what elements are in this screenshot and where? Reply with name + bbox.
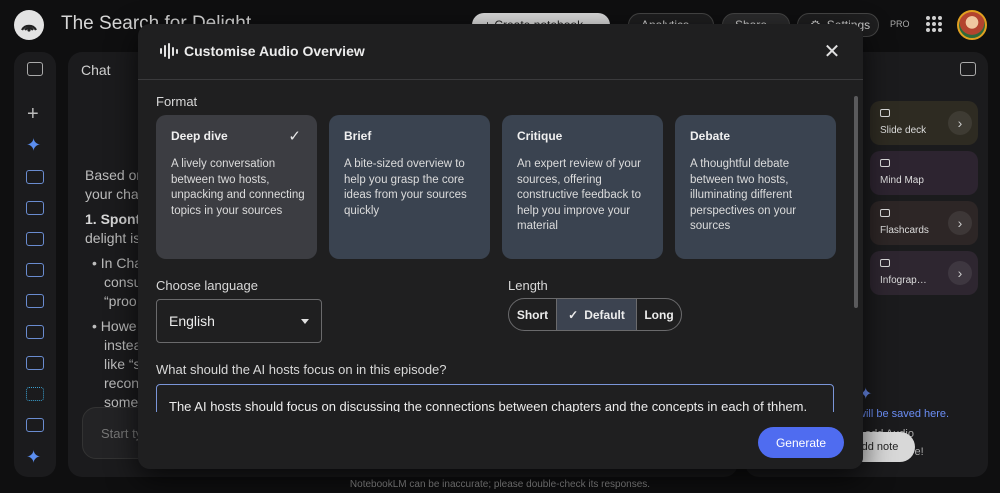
- avatar[interactable]: [957, 10, 987, 40]
- chat-text: recon: [104, 375, 140, 391]
- length-long-button[interactable]: Long: [636, 299, 681, 330]
- length-short-button[interactable]: Short: [509, 299, 556, 330]
- generate-button[interactable]: Generate: [758, 427, 844, 458]
- audio-waveform-icon: [160, 42, 178, 60]
- source-doc-icon[interactable]: [26, 201, 44, 215]
- length-default-button[interactable]: ✓ Default: [556, 299, 636, 330]
- studio-card-flashcards[interactable]: Flashcards ›: [870, 201, 978, 245]
- studio-card-slide-deck[interactable]: Slide deck ›: [870, 101, 978, 145]
- chat-text: like “s: [104, 356, 141, 372]
- source-doc-icon[interactable]: [26, 325, 44, 339]
- source-doc-icon[interactable]: [26, 263, 44, 277]
- format-card-deep-dive[interactable]: Deep dive ✓ A lively conversation betwee…: [156, 115, 317, 259]
- format-card-critique[interactable]: Critique An expert review of your source…: [502, 115, 663, 259]
- studio-card-label: Mind Map: [880, 175, 924, 186]
- checkmark-icon: ✓: [568, 307, 579, 322]
- studio-card-infographic[interactable]: Infograp… ›: [870, 251, 978, 295]
- slides-icon: [880, 109, 890, 117]
- format-name: Deep dive: [171, 129, 228, 143]
- chat-text: • In Cha: [92, 255, 143, 271]
- length-option-label: Long: [644, 307, 674, 322]
- chevron-right-icon[interactable]: ›: [948, 111, 972, 135]
- chat-text: instea: [104, 337, 142, 353]
- focus-label: What should the AI hosts focus on in thi…: [156, 362, 447, 377]
- customise-audio-dialog: Customise Audio Overview ✕ Format Deep d…: [138, 24, 863, 469]
- format-description: A bite-sized overview to help you grasp …: [344, 158, 467, 217]
- source-doc-icon[interactable]: [26, 294, 44, 308]
- chat-text: Based on: [85, 167, 145, 183]
- format-description: An expert review of your sources, offeri…: [517, 158, 642, 232]
- notebooklm-logo-icon[interactable]: [14, 10, 44, 40]
- dialog-title: Customise Audio Overview: [184, 43, 365, 59]
- format-name: Debate: [690, 129, 731, 143]
- chat-header: Chat: [81, 62, 111, 78]
- discover-sparkle-icon[interactable]: ✦: [26, 136, 41, 154]
- studio-card-mind-map[interactable]: Mind Map: [870, 151, 978, 195]
- studio-card-label: Flashcards: [880, 225, 929, 236]
- checkmark-icon: ✓: [288, 128, 301, 145]
- studio-empty-text: will be saved here.: [858, 408, 950, 420]
- pro-badge: PRO: [890, 19, 910, 29]
- add-note-label: dd note: [861, 441, 899, 453]
- dialog-scrollbar[interactable]: [854, 96, 858, 308]
- length-option-label: Default: [584, 307, 625, 322]
- close-icon[interactable]: ✕: [820, 40, 844, 64]
- dialog-header: Customise Audio Overview ✕: [138, 24, 863, 80]
- studio-card-label: Slide deck: [880, 125, 927, 136]
- generate-label: Generate: [775, 435, 827, 450]
- panel-toggle-icon[interactable]: [27, 62, 43, 76]
- source-doc-icon[interactable]: [26, 418, 44, 432]
- chevron-right-icon[interactable]: ›: [948, 261, 972, 285]
- caret-down-icon: [301, 319, 309, 324]
- chat-text: “proo: [104, 293, 137, 309]
- source-doc-icon[interactable]: [26, 170, 44, 184]
- discover-sparkle-icon[interactable]: ✦: [26, 448, 41, 466]
- format-name: Critique: [517, 129, 563, 143]
- length-label: Length: [508, 278, 548, 293]
- length-toggle-group: Short ✓ Default Long: [508, 298, 682, 331]
- dialog-footer: Generate: [138, 412, 863, 469]
- studio-card-label: Infograp…: [880, 275, 927, 286]
- panel-toggle-icon[interactable]: [960, 62, 976, 76]
- language-label: Choose language: [156, 278, 258, 293]
- chat-text: consu: [104, 274, 142, 290]
- chevron-right-icon[interactable]: ›: [948, 211, 972, 235]
- format-description: A thoughtful debate between two hosts, i…: [690, 158, 797, 232]
- length-option-label: Short: [516, 307, 549, 322]
- chat-text: delight is: [85, 230, 141, 246]
- format-label: Format: [156, 94, 198, 109]
- disclaimer: NotebookLM can be inaccurate; please dou…: [349, 479, 651, 490]
- flashcards-icon: [880, 209, 890, 217]
- language-value: English: [169, 313, 215, 329]
- language-select[interactable]: English: [156, 299, 322, 343]
- chat-text: • Howe: [92, 318, 137, 334]
- apps-grid-icon[interactable]: [926, 16, 942, 32]
- format-name: Brief: [344, 129, 372, 143]
- format-description: A lively conversation between two hosts,…: [171, 158, 305, 217]
- format-card-debate[interactable]: Debate A thoughtful debate between two h…: [675, 115, 836, 259]
- chat-input-placeholder: Start ty: [101, 426, 143, 441]
- format-card-brief[interactable]: Brief A bite-sized overview to help you …: [329, 115, 490, 259]
- source-slack-icon[interactable]: [26, 387, 44, 401]
- sources-rail: + ✦ ✦: [14, 52, 56, 477]
- infographic-icon: [880, 259, 890, 267]
- source-doc-icon[interactable]: [26, 232, 44, 246]
- add-source-icon[interactable]: +: [27, 104, 39, 124]
- source-doc-icon[interactable]: [26, 356, 44, 370]
- mindmap-icon: [880, 159, 890, 167]
